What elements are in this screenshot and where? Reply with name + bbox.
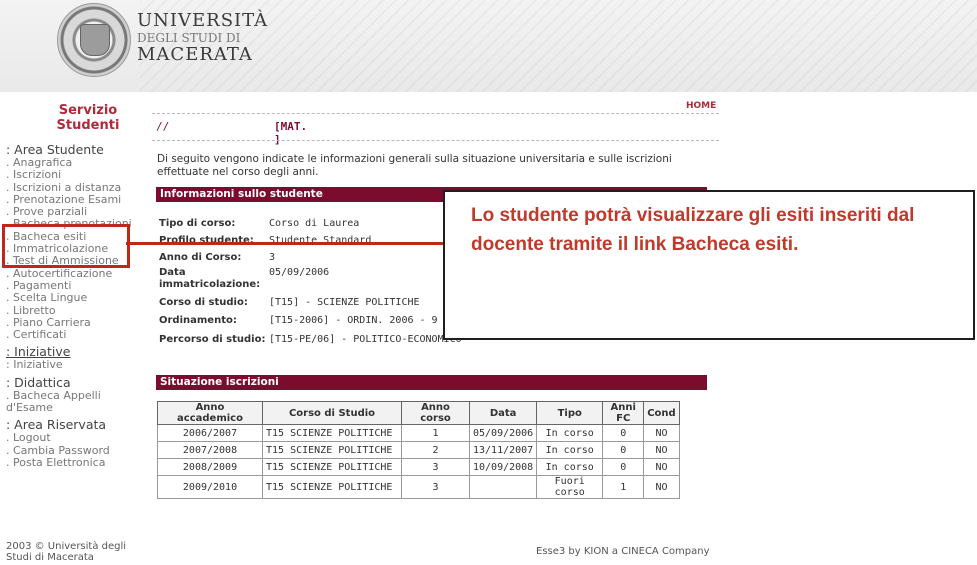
table-row: 2006/2007 T15 SCIENZE POLITICHE 1 05/09/… <box>157 424 680 442</box>
column-header: Tipo <box>536 401 604 425</box>
info-value: [T15-2006] - ORDIN. 2006 - 9 <box>269 315 438 326</box>
column-header: Anno corso <box>401 401 470 425</box>
cell: 0 <box>602 424 645 442</box>
info-key: Percorso di studio: <box>159 334 266 345</box>
esse3-credit: Esse3 by KION a CINECA Company <box>536 546 710 557</box>
column-header: Anno accademico <box>157 401 263 425</box>
cell: 2009/2010 <box>157 475 263 499</box>
cell: 0 <box>602 458 645 476</box>
table-row: 2009/2010 T15 SCIENZE POLITICHE 3 Fuori … <box>157 475 680 499</box>
info-key: Ordinamento: <box>159 315 237 326</box>
cell: T15 SCIENZE POLITICHE <box>262 458 402 476</box>
cell: 10/09/2008 <box>468 458 538 476</box>
cell: NO <box>643 458 680 476</box>
copyright-line1: 2003 © Università degli <box>6 541 127 552</box>
table-row: 2007/2008 T15 SCIENZE POLITICHE 2 13/11/… <box>157 441 680 459</box>
section-didattica: : Didattica <box>6 374 71 390</box>
annotation-callout: Lo studente potrà visualizzare gli esiti… <box>443 190 975 340</box>
info-key: Data immatricolazione: <box>159 267 261 290</box>
cell: 1 <box>602 475 645 499</box>
menu-logout[interactable]: . Logout <box>6 432 141 445</box>
info-key: Profilo studente: <box>159 235 254 246</box>
section-iniziative[interactable]: : Iniziative <box>6 345 141 359</box>
matricola-label: [MAT. ] <box>274 120 308 146</box>
servizio-title-line2: Studenti <box>56 118 120 133</box>
callout-text: Lo studente potrà visualizzare gli esiti… <box>471 205 915 255</box>
cell: T15 SCIENZE POLITICHE <box>262 475 402 499</box>
cell: 3 <box>401 458 470 476</box>
info-key: Tipo di corso: <box>159 218 236 229</box>
column-header: Anni FC <box>602 401 645 425</box>
section-area-riservata: : Area Riservata <box>6 417 107 433</box>
cell <box>468 475 538 499</box>
info-value: [T15] - SCIENZE POLITICHE <box>269 297 420 308</box>
university-name[interactable]: UNIVERSITÀ DEGLI STUDI DI MACERATA <box>137 10 268 65</box>
cell: 13/11/2007 <box>468 441 538 459</box>
servizio-studenti-title: Servizio Studenti <box>38 103 138 133</box>
column-header: Data <box>468 401 538 425</box>
info-value: 05/09/2006 <box>269 267 330 278</box>
menu-scelta-lingue[interactable]: . Scelta Lingue <box>6 291 141 304</box>
university-name-line2: DEGLI STUDI DI <box>137 31 241 45</box>
menu-iscrizioni[interactable]: . Iscrizioni <box>6 168 141 181</box>
table-header-row: Anno accademico Corso di Studio Anno cor… <box>157 401 680 425</box>
cell: 1 <box>401 424 470 442</box>
cell: 3 <box>401 475 470 499</box>
sidebar-menu: : Area Studente . Anagrafica . Iscrizion… <box>6 143 141 469</box>
cell: In corso <box>536 458 604 476</box>
breadcrumb-path: // <box>156 120 170 133</box>
copyright: 2003 © Università degli Studi di Macerat… <box>6 541 126 563</box>
cell: T15 SCIENZE POLITICHE <box>262 441 402 459</box>
menu-libretto[interactable]: . Libretto <box>6 304 141 317</box>
info-key: Anno di Corso: <box>159 252 242 263</box>
iscrizioni-table: Anno accademico Corso di Studio Anno cor… <box>157 401 680 499</box>
university-seal-icon[interactable] <box>57 3 131 77</box>
copyright-line2: Studi di Macerata <box>6 552 94 563</box>
info-key: Corso di studio: <box>159 297 248 308</box>
cell: In corso <box>536 441 604 459</box>
section-area-studente: : Area Studente <box>6 142 104 157</box>
cell: 2008/2009 <box>157 458 263 476</box>
cell: Fuori corso <box>536 475 604 499</box>
intro-text: Di seguito vengono indicate le informazi… <box>157 153 672 178</box>
cell: NO <box>643 424 680 442</box>
cell: 05/09/2006 <box>468 424 538 442</box>
column-header: Cond <box>643 401 680 425</box>
cell: T15 SCIENZE POLITICHE <box>262 424 402 442</box>
university-name-line3: MACERATA <box>137 44 253 65</box>
menu-certificati[interactable]: . Certificati <box>6 328 141 341</box>
divider <box>152 113 719 114</box>
servizio-title-line1: Servizio <box>58 103 118 118</box>
breadcrumb: // [MAT. ] <box>156 120 307 146</box>
annotation-connector <box>126 242 444 245</box>
cell: In corso <box>536 424 604 442</box>
cell: 2007/2008 <box>157 441 263 459</box>
cell: 0 <box>602 441 645 459</box>
column-header: Corso di Studio <box>262 401 402 425</box>
info-value: Corso di Laurea <box>269 218 360 229</box>
menu-bacheca-appelli-cont[interactable]: d'Esame <box>6 401 141 414</box>
cell: 2006/2007 <box>157 424 263 442</box>
info-value: [T15-PE/06] - POLITICO-ECONOMICO <box>269 334 462 345</box>
university-name-line1: UNIVERSITÀ <box>137 10 269 31</box>
menu-iniziative[interactable]: : Iniziative <box>6 359 141 372</box>
cell: NO <box>643 475 680 499</box>
highlight-box <box>2 224 130 268</box>
table-row: 2008/2009 T15 SCIENZE POLITICHE 3 10/09/… <box>157 458 680 476</box>
site-header: UNIVERSITÀ DEGLI STUDI DI MACERATA <box>0 0 977 92</box>
menu-posta-elettronica[interactable]: . Posta Elettronica <box>6 456 141 469</box>
divider <box>152 140 719 141</box>
iscrizioni-section-header: Situazione iscrizioni <box>156 375 707 390</box>
info-value: 3 <box>269 252 276 263</box>
home-link[interactable]: HOME <box>686 101 716 111</box>
cell: 2 <box>401 441 470 459</box>
section-iniziative-label[interactable]: : Iniziative <box>6 344 70 359</box>
cell: NO <box>643 441 680 459</box>
